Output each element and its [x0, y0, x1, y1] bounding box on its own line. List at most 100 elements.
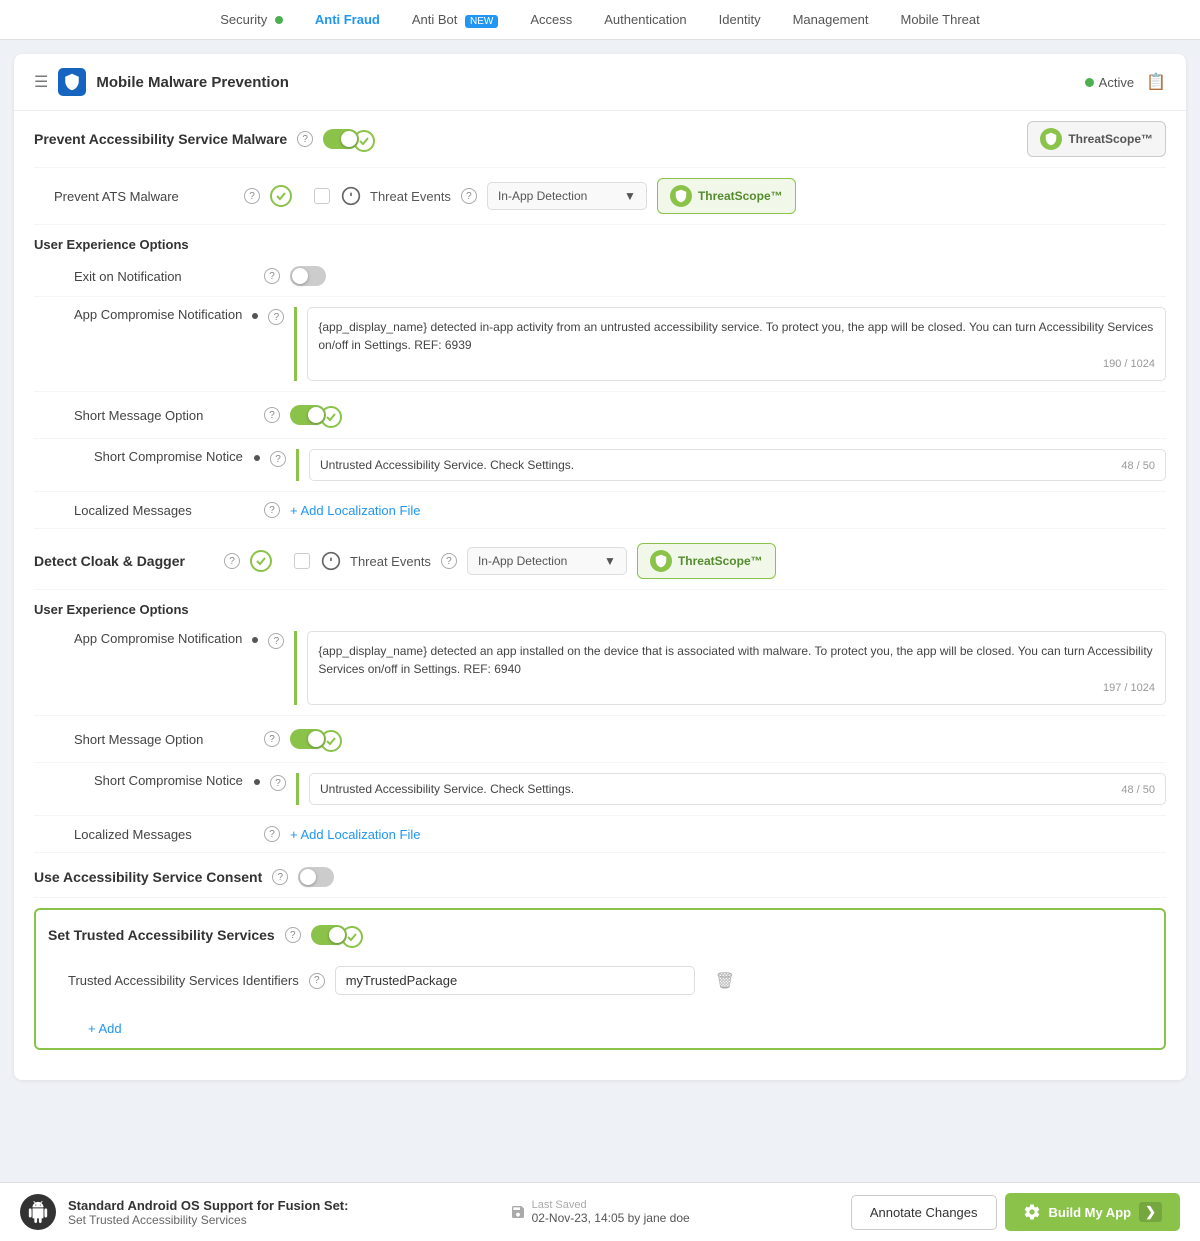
nav-mobile-threat[interactable]: Mobile Threat	[900, 12, 979, 27]
app-compromise-textbox-1: {app_display_name} detected in-app activ…	[307, 307, 1166, 381]
nav-identity[interactable]: Identity	[719, 12, 761, 27]
exit-on-notification-label: Exit on Notification	[74, 269, 254, 284]
app-compromise-info-2[interactable]: ?	[268, 633, 284, 649]
user-experience-title-2: User Experience Options	[34, 590, 1166, 621]
app-compromise-label-1: App Compromise Notification	[74, 307, 242, 322]
localized-messages-info-1[interactable]: ?	[264, 502, 280, 518]
set-trusted-row: Set Trusted Accessibility Services ?	[48, 922, 1152, 956]
threat-events-icon-2	[320, 550, 342, 572]
use-accessibility-label: Use Accessibility Service Consent	[34, 869, 262, 885]
nav-security[interactable]: Security	[220, 12, 283, 27]
prevent-ats-checkbox[interactable]	[314, 188, 330, 204]
app-compromise-text-2: {app_display_name} detected an app insta…	[318, 642, 1155, 678]
nav-access[interactable]: Access	[530, 12, 572, 27]
threatscope-button-2[interactable]: ThreatScope™	[657, 178, 796, 214]
settings-button[interactable]: 📋	[1146, 72, 1166, 92]
threatscope-button-3[interactable]: ThreatScope™	[637, 543, 776, 579]
bottom-bar: Standard Android OS Support for Fusion S…	[0, 1182, 1200, 1241]
short-message-label-1: Short Message Option	[74, 408, 254, 423]
prevent-accessibility-toggle[interactable]	[323, 129, 359, 149]
short-compromise-textbox-2: Untrusted Accessibility Service. Check S…	[309, 773, 1166, 805]
app-compromise-row-2: App Compromise Notification ? {app_displ…	[34, 621, 1166, 716]
short-compromise-text-1: Untrusted Accessibility Service. Check S…	[320, 458, 574, 472]
save-info: Last Saved 02-Nov-23, 14:05 by jane doe	[510, 1199, 690, 1225]
short-compromise-row-2: Short Compromise Notice ? Untrusted Acce…	[34, 763, 1166, 816]
short-compromise-bullet-2	[254, 779, 260, 785]
prevent-accessibility-label: Prevent Accessibility Service Malware	[34, 131, 287, 147]
threat-events-label-2: Threat Events	[350, 554, 431, 569]
short-compromise-textbox-1: Untrusted Accessibility Service. Check S…	[309, 449, 1166, 481]
detect-cloak-checkbox[interactable]	[294, 553, 310, 569]
card-title: Mobile Malware Prevention	[96, 74, 289, 91]
short-message-toggle-2[interactable]	[290, 729, 326, 749]
detect-cloak-label: Detect Cloak & Dagger	[34, 553, 214, 569]
app-compromise-info-1[interactable]: ?	[268, 309, 284, 325]
app-compromise-label-2: App Compromise Notification	[74, 631, 242, 646]
set-trusted-toggle[interactable]	[311, 925, 347, 945]
add-localization-link-2[interactable]: + Add Localization File	[290, 827, 420, 842]
short-compromise-count-1: 48 / 50	[1121, 460, 1155, 472]
save-datetime: 02-Nov-23, 14:05 by jane doe	[532, 1211, 690, 1225]
detection-dropdown-1[interactable]: In-App Detection ▼	[487, 182, 647, 210]
add-localization-link-1[interactable]: + Add Localization File	[290, 503, 420, 518]
prevent-ats-check	[270, 185, 292, 207]
app-compromise-row-1: App Compromise Notification ? {app_displ…	[34, 297, 1166, 392]
nav-management[interactable]: Management	[793, 12, 869, 27]
short-compromise-label-1: Short Compromise Notice	[94, 449, 244, 464]
short-message-info-2[interactable]: ?	[264, 731, 280, 747]
expand-toggle-button[interactable]: ☰	[34, 72, 48, 92]
short-message-toggle-1[interactable]	[290, 405, 326, 425]
new-badge: NEW	[465, 15, 498, 28]
exit-on-notification-row: Exit on Notification ?	[34, 256, 1166, 297]
exit-on-notification-toggle[interactable]	[290, 266, 326, 286]
save-icon	[510, 1204, 526, 1220]
short-compromise-info-1[interactable]: ?	[270, 451, 286, 467]
short-message-row-2: Short Message Option ?	[34, 716, 1166, 763]
prevent-ats-info[interactable]: ?	[244, 188, 260, 204]
short-compromise-bullet-1	[254, 455, 260, 461]
annotate-button[interactable]: Annotate Changes	[851, 1195, 997, 1230]
main-card: ☰ Mobile Malware Prevention Active 📋 Pre…	[14, 54, 1186, 1080]
build-arrow-icon[interactable]: ❯	[1139, 1202, 1162, 1222]
use-accessibility-info[interactable]: ?	[272, 869, 288, 885]
prevent-accessibility-info[interactable]: ?	[297, 131, 313, 147]
localized-messages-row-2: Localized Messages ? + Add Localization …	[34, 816, 1166, 853]
set-trusted-info[interactable]: ?	[285, 927, 301, 943]
threatscope-button-1[interactable]: ThreatScope™	[1027, 121, 1166, 157]
detect-cloak-info[interactable]: ?	[224, 553, 240, 569]
delete-identifier-icon[interactable]: 🗑	[715, 971, 735, 991]
app-compromise-text-1: {app_display_name} detected in-app activ…	[318, 318, 1155, 354]
short-compromise-info-2[interactable]: ?	[270, 775, 286, 791]
short-message-info-1[interactable]: ?	[264, 407, 280, 423]
nav-anti-fraud[interactable]: Anti Fraud	[315, 12, 380, 27]
build-icon	[1023, 1203, 1041, 1221]
status-active: Active	[1085, 75, 1134, 90]
top-navigation: Security Anti Fraud Anti Bot NEW Access …	[0, 0, 1200, 40]
short-message-row-1: Short Message Option ?	[34, 392, 1166, 439]
set-trusted-section: Set Trusted Accessibility Services ? Tru…	[34, 908, 1166, 1050]
detection-dropdown-2[interactable]: In-App Detection ▼	[467, 547, 627, 575]
nav-anti-bot[interactable]: Anti Bot NEW	[412, 12, 499, 27]
threat-events-info-1[interactable]: ?	[461, 188, 477, 204]
threat-events-info-2[interactable]: ?	[441, 553, 457, 569]
status-dot	[1085, 78, 1094, 87]
prevent-ats-row: Prevent ATS Malware ? Threat Events ? In…	[34, 168, 1166, 225]
app-compromise-bullet-1	[252, 313, 258, 319]
card-header: ☰ Mobile Malware Prevention Active 📋	[14, 54, 1186, 111]
use-accessibility-toggle[interactable]	[298, 867, 334, 887]
prevent-ats-label: Prevent ATS Malware	[54, 189, 234, 204]
build-button[interactable]: Build My App ❯	[1005, 1193, 1180, 1231]
trusted-identifiers-info[interactable]: ?	[309, 973, 325, 989]
threatscope-icon-2	[670, 185, 692, 207]
android-icon	[20, 1194, 56, 1230]
add-identifier-button[interactable]: + Add	[88, 1021, 1152, 1036]
threatscope-icon-1	[1040, 128, 1062, 150]
localized-messages-info-2[interactable]: ?	[264, 826, 280, 842]
app-compromise-count-1: 190 / 1024	[318, 358, 1155, 370]
shield-icon	[58, 68, 86, 96]
trusted-identifiers-input[interactable]	[335, 966, 695, 995]
nav-authentication[interactable]: Authentication	[604, 12, 686, 27]
exit-on-notification-info[interactable]: ?	[264, 268, 280, 284]
localized-messages-row-1: Localized Messages ? + Add Localization …	[34, 492, 1166, 529]
set-trusted-label: Set Trusted Accessibility Services	[48, 927, 275, 943]
